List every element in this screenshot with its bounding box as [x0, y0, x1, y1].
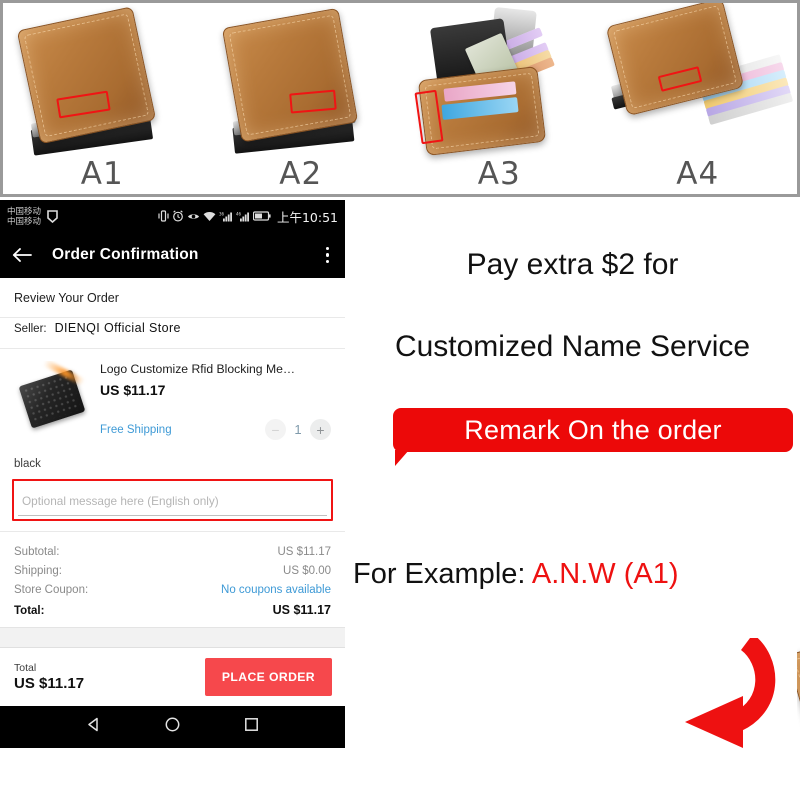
- product-name: Logo Customize Rfid Blocking Me…: [100, 362, 296, 376]
- summary-row-subtotal: Subtotal: US $11.17: [14, 542, 331, 561]
- checkout-total-value: US $11.17: [14, 675, 85, 692]
- variant-label-a1: A1: [80, 156, 124, 192]
- free-shipping-label[interactable]: Free Shipping: [100, 424, 172, 436]
- summary-row-store-coupon[interactable]: Store Coupon: No coupons available: [14, 580, 331, 599]
- review-your-order-heading: Review Your Order: [14, 291, 119, 305]
- wallet-image-a2: [217, 7, 366, 176]
- optional-message-input[interactable]: [18, 487, 327, 516]
- variant-strip: A1 A2 A3 A4: [0, 0, 800, 197]
- summary-key: Total:: [14, 604, 45, 617]
- summary-row-total: Total: US $11.17: [14, 599, 331, 620]
- seller-name: DIENQI Official Store: [54, 321, 181, 335]
- wallet-image-a4: [605, 3, 793, 161]
- status-time: 上午10:51: [276, 209, 338, 225]
- nav-home-circle-icon[interactable]: [164, 716, 181, 738]
- wallet-image-a3: [414, 6, 576, 167]
- nav-back-triangle-icon[interactable]: [85, 716, 102, 738]
- quantity-decrease-button[interactable]: −: [265, 419, 286, 440]
- checkout-total-label: Total: [14, 662, 37, 674]
- checkout-bar: Total US $11.17 PLACE ORDER: [0, 648, 345, 706]
- summary-value: US $0.00: [283, 564, 331, 577]
- back-icon[interactable]: [12, 247, 32, 263]
- product-thumbnail[interactable]: [14, 361, 90, 437]
- message-field-highlight: [12, 479, 333, 521]
- sim-icon: [47, 209, 58, 223]
- order-summary: Subtotal: US $11.17 Shipping: US $0.00 S…: [0, 532, 345, 627]
- nav-recents-square-icon[interactable]: [243, 716, 260, 738]
- carrier-line-1: 中国移动: [7, 206, 42, 216]
- variant-label-a3: A3: [477, 156, 521, 192]
- promo-panel: Pay extra $2 for Customized Name Service…: [345, 200, 800, 800]
- summary-key: Shipping:: [14, 564, 62, 577]
- summary-row-shipping: Shipping: US $0.00: [14, 561, 331, 580]
- quantity-stepper[interactable]: − 1 +: [265, 419, 331, 440]
- example-prefix: For Example:: [353, 558, 532, 590]
- alarm-icon: [172, 210, 184, 222]
- svg-text:46: 46: [236, 211, 242, 216]
- variant-label-a2: A2: [279, 156, 323, 192]
- product-price: US $11.17: [100, 382, 166, 398]
- wallet-image-a1: [13, 6, 166, 179]
- summary-value: US $11.17: [272, 602, 331, 617]
- variant-a3[interactable]: A3: [400, 3, 599, 194]
- app-bar: Order Confirmation: [0, 232, 345, 278]
- selected-variant-label: black: [14, 458, 41, 470]
- status-bar: 中国移动 中国移动 36 46 上午10:51: [0, 200, 345, 232]
- more-vertical-icon[interactable]: [322, 243, 334, 268]
- product-bottom-row: Free Shipping − 1 +: [100, 419, 331, 440]
- summary-value[interactable]: No coupons available: [221, 584, 331, 596]
- example-line: For Example: A.N.W (A1): [353, 558, 800, 591]
- promo-line-2: Customized Name Service: [394, 330, 751, 363]
- carrier-line-2: 中国移动: [7, 216, 42, 226]
- android-nav-bar: [0, 706, 345, 748]
- seller-label: Seller:: [14, 323, 47, 335]
- carrier-label: 中国移动 中国移动: [7, 206, 41, 226]
- variant-row: A1 A2 A3 A4: [3, 3, 797, 194]
- section-gap: [0, 627, 345, 648]
- message-field-wrapper: [12, 479, 333, 521]
- page-root: A1 A2 A3 A4 中国移动 中国移动 36 46 上午10:51 Orde…: [0, 0, 800, 800]
- battery-icon: [252, 211, 271, 221]
- seller-row[interactable]: Seller: DIENQI Official Store: [0, 318, 345, 348]
- summary-key: Subtotal:: [14, 545, 60, 558]
- variant-a2[interactable]: A2: [202, 3, 401, 194]
- eye-icon: [187, 211, 200, 222]
- status-icons: 36 46 上午10:51: [158, 200, 338, 232]
- summary-value: US $11.17: [277, 545, 332, 558]
- phone-screenshot: 中国移动 中国移动 36 46 上午10:51 Order Confirmati…: [0, 200, 345, 800]
- variant-a4[interactable]: A4: [599, 3, 798, 194]
- order-body: Review Your Order Seller: DIENQI Officia…: [0, 278, 345, 748]
- checkout-total: Total US $11.17: [14, 662, 84, 692]
- wifi-icon: [203, 211, 216, 222]
- curved-arrow-left-icon: [675, 634, 795, 783]
- promo-line-1: Pay extra $2 for: [466, 248, 679, 281]
- highlight-box-a2: [288, 89, 337, 114]
- svg-text:36: 36: [219, 211, 225, 216]
- quantity-value: 1: [294, 422, 302, 437]
- quantity-increase-button[interactable]: +: [310, 419, 331, 440]
- signal-2-icon: 46: [236, 211, 250, 222]
- summary-key: Store Coupon:: [14, 583, 89, 596]
- variant-label-a4: A4: [676, 156, 720, 192]
- place-order-button[interactable]: PLACE ORDER: [204, 658, 332, 696]
- remark-banner-text: Remark On the order: [464, 414, 722, 445]
- page-title: Order Confirmation: [52, 246, 199, 263]
- vibrate-icon: [158, 210, 169, 222]
- product-info: Logo Customize Rfid Blocking Me… US $11.…: [100, 361, 331, 440]
- variant-a1[interactable]: A1: [3, 3, 202, 194]
- example-value: A.N.W (A1): [531, 558, 679, 590]
- remark-banner: Remark On the order: [393, 408, 793, 452]
- product-row[interactable]: Logo Customize Rfid Blocking Me… US $11.…: [0, 349, 345, 446]
- signal-1-icon: 36: [219, 211, 233, 222]
- banner-tail: [395, 450, 409, 466]
